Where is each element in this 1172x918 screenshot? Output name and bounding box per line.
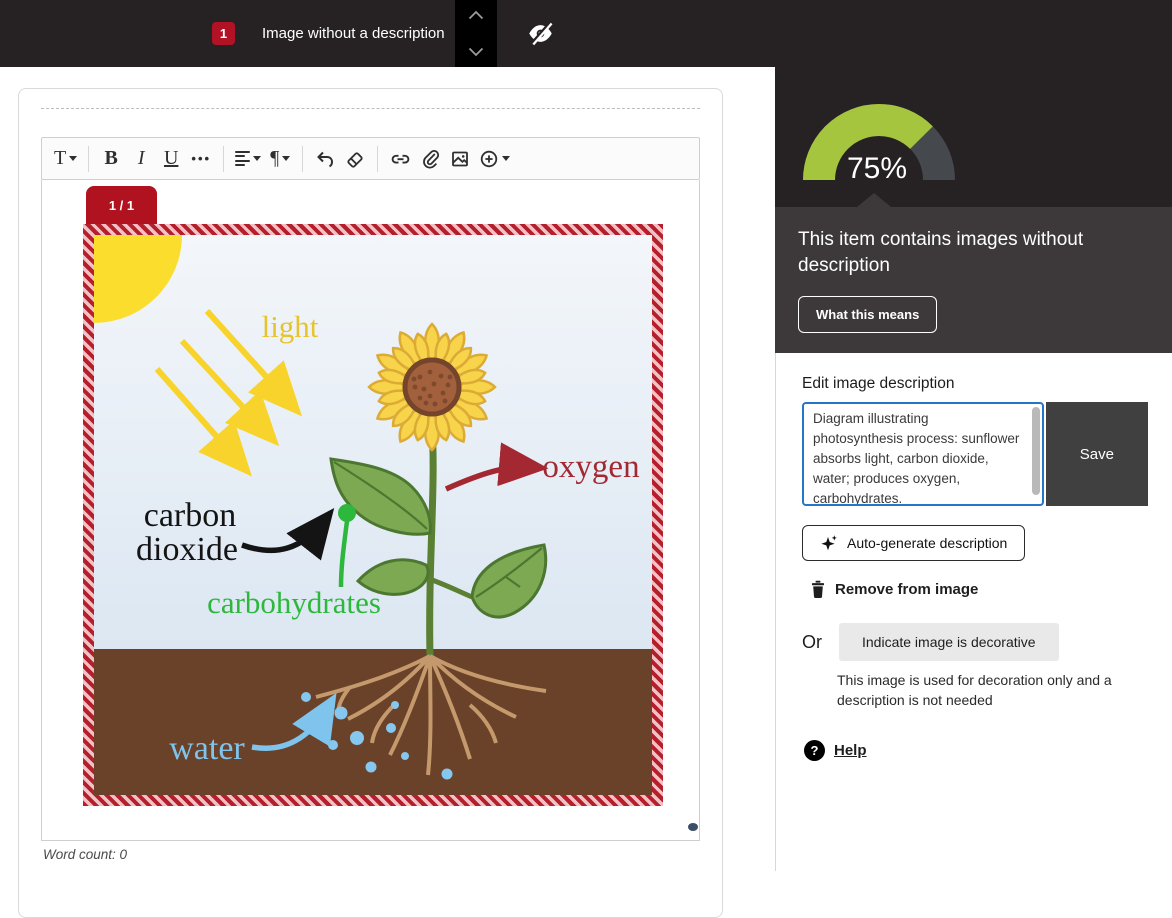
eraser-icon <box>345 149 365 169</box>
image-description-input[interactable]: Diagram illustrating photosynthesis proc… <box>804 404 1042 504</box>
attach-file-button[interactable] <box>415 143 445 175</box>
image-pager-badge: 1 / 1 <box>86 186 157 225</box>
undo-icon <box>315 149 335 169</box>
chevron-down-icon <box>253 156 261 161</box>
hide-highlight-button[interactable] <box>524 17 556 49</box>
insert-link-button[interactable] <box>385 143 415 175</box>
trash-icon <box>810 580 826 599</box>
save-button[interactable]: Save <box>1046 402 1148 506</box>
image-icon <box>450 149 470 169</box>
previous-issue-button[interactable] <box>467 9 485 21</box>
remove-from-image-label: Remove from image <box>835 581 978 598</box>
oxygen-label: oxygen <box>542 449 639 485</box>
underline-button[interactable]: U <box>156 143 186 175</box>
light-label: light <box>262 309 319 344</box>
score-gauge: 75% <box>799 92 959 191</box>
more-icon: ••• <box>191 151 211 166</box>
next-issue-button[interactable] <box>467 46 485 58</box>
underline-glyph: U <box>164 147 178 170</box>
issue-navigation-bar: 1 Image without a description <box>0 0 1172 67</box>
photosynthesis-diagram: light <box>94 235 652 795</box>
textarea-scrollbar <box>1032 407 1040 501</box>
italic-glyph: I <box>138 147 145 170</box>
soil <box>94 649 652 795</box>
issue-summary-section: This item contains images without descri… <box>775 207 1172 353</box>
accessibility-panel: Accessibility score: 75% This item conta… <box>775 0 1172 871</box>
description-textarea-wrapper: Diagram illustrating photosynthesis proc… <box>802 402 1044 506</box>
paperclip-icon <box>420 148 440 169</box>
edit-description-heading: Edit image description <box>802 375 1148 393</box>
water-label: water <box>169 730 245 767</box>
rich-text-toolbar: T B I U ••• ¶ <box>41 137 700 180</box>
chevron-up-icon <box>468 10 484 20</box>
issue-title: Image without a description <box>262 0 445 67</box>
clear-formatting-button[interactable] <box>340 143 370 175</box>
bold-button[interactable]: B <box>96 143 126 175</box>
stem <box>430 427 433 656</box>
word-count: Word count: 0 <box>43 847 127 862</box>
sparkle-icon <box>820 535 838 551</box>
toolbar-divider <box>302 146 303 172</box>
insert-image-button[interactable] <box>445 143 475 175</box>
insert-more-button[interactable] <box>475 143 514 175</box>
link-icon <box>390 149 411 169</box>
issue-count-badge: 1 <box>212 22 235 45</box>
auto-generate-label: Auto-generate description <box>847 535 1007 551</box>
carbohydrate-dot <box>338 504 356 522</box>
flagged-image[interactable]: light <box>83 224 663 806</box>
issue-pager <box>455 0 497 67</box>
paragraph-button[interactable]: ¶ <box>265 143 295 175</box>
description-editor-row: Diagram illustrating photosynthesis proc… <box>802 402 1148 506</box>
carbohydrates-label: carbohydrates <box>207 585 381 620</box>
auto-generate-button[interactable]: Auto-generate description <box>802 525 1025 561</box>
more-formatting-button[interactable]: ••• <box>186 143 216 175</box>
scrollbar-thumb[interactable] <box>1032 407 1040 495</box>
chevron-down-icon <box>468 47 484 57</box>
undo-button[interactable] <box>310 143 340 175</box>
chevron-down-icon <box>282 156 290 161</box>
chevron-down-icon <box>502 156 510 161</box>
carbon-dioxide-label-line1: carbon <box>144 497 237 534</box>
editor-page: T B I U ••• ¶ <box>0 67 775 871</box>
italic-button[interactable]: I <box>126 143 156 175</box>
question-card: T B I U ••• ¶ <box>18 88 723 918</box>
score-value: 75% <box>847 152 907 185</box>
help-link[interactable]: ? Help <box>804 740 1148 761</box>
text-style-button[interactable]: T <box>50 143 81 175</box>
eye-slash-icon <box>527 20 554 47</box>
resize-handle[interactable] <box>688 823 698 831</box>
align-button[interactable] <box>231 143 265 175</box>
remove-from-image-button[interactable]: Remove from image <box>810 580 1148 599</box>
what-this-means-button[interactable]: What this means <box>798 296 937 333</box>
decorative-option-row: Or Indicate image is decorative <box>802 623 1148 661</box>
align-left-icon <box>235 151 250 167</box>
editor-content-area[interactable]: 1 / 1 <box>41 180 700 841</box>
carbon-dioxide-label-line2: dioxide <box>136 531 238 568</box>
bold-glyph: B <box>105 147 118 170</box>
paragraph-glyph: ¶ <box>270 147 279 170</box>
fix-issue-section: Edit image description Diagram illustrat… <box>775 353 1172 871</box>
issue-summary-text: This item contains images without descri… <box>798 227 1128 279</box>
help-label: Help <box>834 742 867 759</box>
toolbar-divider <box>88 146 89 172</box>
indicate-decorative-button[interactable]: Indicate image is decorative <box>839 623 1059 661</box>
chevron-down-icon <box>69 156 77 161</box>
plus-circle-icon <box>479 149 499 169</box>
toolbar-divider <box>223 146 224 172</box>
or-label: Or <box>802 632 822 653</box>
decorative-explanation: This image is used for decoration only a… <box>837 670 1137 710</box>
toolbar-divider <box>377 146 378 172</box>
question-mark-icon: ? <box>804 740 825 761</box>
drop-target-line <box>41 108 700 109</box>
text-style-glyph: T <box>54 147 66 170</box>
